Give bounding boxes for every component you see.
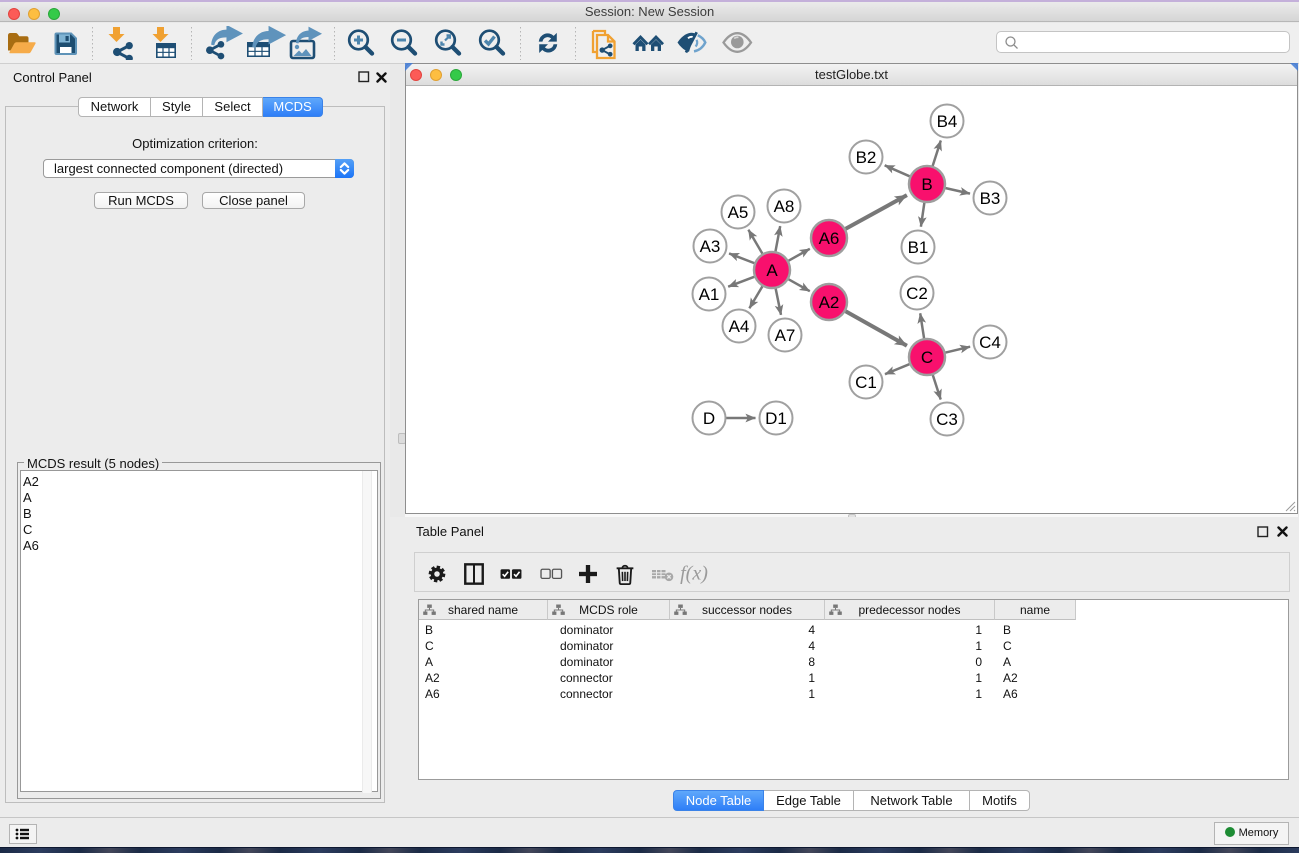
svg-text:C3: C3 [936,410,958,429]
svg-text:C2: C2 [906,284,928,303]
svg-text:A1: A1 [699,285,720,304]
svg-text:A2: A2 [819,293,840,312]
svg-text:A8: A8 [774,197,795,216]
svg-text:D1: D1 [765,409,787,428]
svg-text:B3: B3 [980,189,1001,208]
svg-text:C: C [921,348,933,367]
svg-text:f(x): f(x) [680,563,708,585]
svg-text:A7: A7 [775,326,796,345]
svg-text:B2: B2 [856,148,877,167]
svg-text:B1: B1 [908,238,929,257]
svg-text:A5: A5 [728,203,749,222]
svg-text:B4: B4 [937,112,958,131]
svg-text:B: B [921,175,932,194]
svg-text:C1: C1 [855,373,877,392]
svg-text:A: A [766,261,778,280]
svg-text:A6: A6 [819,229,840,248]
svg-text:C4: C4 [979,333,1001,352]
svg-text:A3: A3 [700,237,721,256]
svg-text:D: D [703,409,715,428]
svg-text:A4: A4 [729,317,750,336]
